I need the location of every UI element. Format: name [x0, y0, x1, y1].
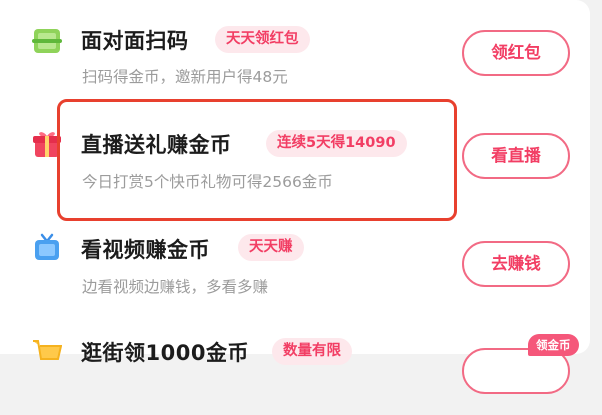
task-title: 看视频赚金币	[81, 238, 210, 262]
watch-live-button[interactable]: 看直播	[462, 133, 570, 179]
gift-box-icon	[32, 129, 62, 159]
task-title: 面对面扫码	[81, 29, 189, 53]
go-earn-button[interactable]: 去赚钱	[462, 241, 570, 287]
task-item-shopping[interactable]: 逛街领1000金币 数量有限	[0, 315, 590, 415]
task-subtitle: 今日打赏5个快币礼物可得2566金币	[82, 173, 333, 191]
get-red-packet-button[interactable]: 领红包	[462, 30, 570, 76]
task-subtitle: 边看视频边赚钱，多看多赚	[82, 278, 269, 296]
task-badge: 连续5天得14090	[266, 130, 407, 157]
task-title: 逛街领1000金币	[81, 341, 249, 365]
get-coins-tag: 领金币	[528, 334, 579, 356]
task-badge: 天天赚	[238, 234, 304, 261]
task-badge: 数量有限	[272, 338, 352, 365]
tv-icon	[32, 233, 62, 263]
task-title: 直播送礼赚金币	[81, 133, 232, 157]
task-subtitle: 扫码得金币，邀新用户得48元	[82, 68, 288, 86]
task-badge: 天天领红包	[215, 26, 310, 53]
task-item-watch-video[interactable]: 看视频赚金币 天天赚 边看视频边赚钱，多看多赚 去赚钱	[0, 210, 590, 310]
scan-qr-icon	[32, 26, 62, 56]
task-item-live-gift[interactable]: 直播送礼赚金币 连续5天得14090 今日打赏5个快币礼物可得2566金币 看直…	[0, 105, 590, 205]
task-item-scan[interactable]: 面对面扫码 天天领红包 扫码得金币，邀新用户得48元 领红包	[0, 0, 590, 100]
shopping-cart-icon	[32, 337, 63, 367]
task-list-card: 面对面扫码 天天领红包 扫码得金币，邀新用户得48元 领红包 直播送礼赚金币 连…	[0, 0, 590, 394]
